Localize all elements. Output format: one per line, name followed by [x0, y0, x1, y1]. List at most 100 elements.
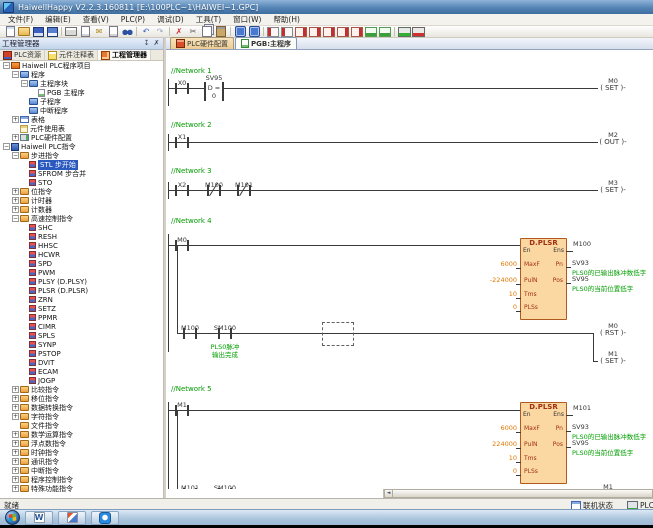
- open-file-icon[interactable]: [18, 26, 31, 37]
- taskbar-app-word[interactable]: W: [25, 511, 53, 525]
- tree-item[interactable]: −Haiwell PLC程序项目: [0, 61, 163, 70]
- tree-item[interactable]: ZRN: [0, 295, 163, 304]
- tree-item[interactable]: PLSY (D.PLSY): [0, 277, 163, 286]
- tree-expander-icon[interactable]: +: [12, 431, 19, 438]
- tree-item[interactable]: JOGP: [0, 376, 163, 385]
- tree-item[interactable]: SETZ: [0, 304, 163, 313]
- tree-item[interactable]: +字符指令: [0, 412, 163, 421]
- tree-expander-icon[interactable]: −: [12, 71, 19, 78]
- menu-item-查[interactable]: 查看(V): [77, 14, 115, 25]
- contact-X2[interactable]: [174, 184, 190, 197]
- plc-upload-icon[interactable]: [412, 26, 425, 37]
- compile-icon[interactable]: [234, 26, 247, 37]
- tree-item[interactable]: −程序: [0, 70, 163, 79]
- tree-item[interactable]: +表格: [0, 115, 163, 124]
- tree-item[interactable]: PPMR: [0, 313, 163, 322]
- delete-icon[interactable]: ✗: [173, 26, 186, 37]
- tree-item[interactable]: +通讯指令: [0, 457, 163, 466]
- tree-item[interactable]: 中断程序: [0, 106, 163, 115]
- cut-icon[interactable]: ✂: [187, 26, 200, 37]
- tree-item[interactable]: +程序控制指令: [0, 475, 163, 484]
- insert-block-icon[interactable]: [309, 26, 322, 37]
- menu-item-编[interactable]: 编辑(E): [39, 14, 77, 25]
- copy-icon[interactable]: [201, 26, 214, 37]
- contact-X1[interactable]: [174, 136, 190, 149]
- print-preview-icon[interactable]: [79, 26, 92, 37]
- plc-download-icon[interactable]: [398, 26, 411, 37]
- tree-expander-icon[interactable]: +: [12, 485, 19, 492]
- save-all-icon[interactable]: [46, 26, 59, 37]
- tree-expander-icon[interactable]: +: [12, 386, 19, 393]
- document-tab-PGB:主程序[interactable]: PGB:主程序: [235, 37, 297, 49]
- scrollbar-thumb[interactable]: [393, 489, 653, 498]
- tree-item[interactable]: PGB 主程序: [0, 88, 163, 97]
- network-comment[interactable]: //Network 2: [171, 121, 212, 129]
- panel-tab-元件注释表[interactable]: 元件注释表: [45, 50, 98, 60]
- tree-expander-icon[interactable]: +: [12, 395, 19, 402]
- tree-item[interactable]: +特殊功能指令: [0, 484, 163, 493]
- taskbar-app-cloud-app[interactable]: [91, 511, 119, 525]
- tree-expander-icon[interactable]: −: [3, 143, 10, 150]
- document-tab-PLC硬件配置[interactable]: PLC硬件配置: [170, 37, 234, 49]
- tree-item[interactable]: SYNP: [0, 340, 163, 349]
- insert-network-icon[interactable]: [365, 26, 378, 37]
- tree-item[interactable]: +移位指令: [0, 394, 163, 403]
- tree-expander-icon[interactable]: +: [12, 458, 19, 465]
- undo-icon[interactable]: ↶: [140, 26, 153, 37]
- coil-M0[interactable]: ( RST )-: [598, 329, 628, 337]
- tree-expander-icon[interactable]: +: [12, 413, 19, 420]
- insert-vline-icon[interactable]: [337, 26, 350, 37]
- contact-SM100[interactable]: [217, 327, 233, 340]
- tree-item[interactable]: CIMR: [0, 322, 163, 331]
- tree-item[interactable]: PSTOP: [0, 349, 163, 358]
- save-icon[interactable]: [32, 26, 45, 37]
- coil-M3[interactable]: ( SET )-: [598, 186, 628, 194]
- tree-item[interactable]: +时钟指令: [0, 448, 163, 457]
- redo-icon[interactable]: ↷: [154, 26, 167, 37]
- export-icon[interactable]: [107, 26, 120, 37]
- tree-item[interactable]: PLSR (D.PLSR): [0, 286, 163, 295]
- insert-contact-nc-icon[interactable]: [281, 26, 294, 37]
- new-file-icon[interactable]: [4, 26, 17, 37]
- selection-cursor[interactable]: [322, 322, 354, 346]
- menu-item-窗[interactable]: 窗口(W): [227, 14, 267, 25]
- tree-item[interactable]: −Haiwell PLC指令: [0, 142, 163, 151]
- function-block-D.PLSR[interactable]: D.PLSREnEnsM100MaxF6000PulN-224000Tms10P…: [520, 238, 567, 320]
- tree-expander-icon[interactable]: +: [12, 197, 19, 204]
- tree-item[interactable]: DVIT: [0, 358, 163, 367]
- tree-item[interactable]: SPLS: [0, 331, 163, 340]
- tree-expander-icon[interactable]: −: [21, 80, 28, 87]
- delete-line-icon[interactable]: [351, 26, 364, 37]
- tree-item[interactable]: +计数器: [0, 205, 163, 214]
- print-icon[interactable]: [65, 26, 78, 37]
- paste-icon[interactable]: [215, 26, 228, 37]
- find-icon[interactable]: [121, 26, 134, 37]
- tree-item[interactable]: +数学运算指令: [0, 430, 163, 439]
- panel-tab-PLC资源[interactable]: PLC资源: [0, 50, 45, 60]
- tree-expander-icon[interactable]: +: [12, 188, 19, 195]
- coil-M1[interactable]: ( SET )-: [598, 357, 628, 365]
- tree-expander-icon[interactable]: +: [12, 206, 19, 213]
- tree-item[interactable]: +浮点数指令: [0, 439, 163, 448]
- coil-M2[interactable]: ( OUT )-: [598, 138, 628, 146]
- tree-item[interactable]: +比较指令: [0, 385, 163, 394]
- tree-item[interactable]: SHC: [0, 223, 163, 232]
- tree-item[interactable]: STO: [0, 178, 163, 187]
- contact-X0[interactable]: [174, 82, 190, 95]
- tree-item[interactable]: SFROM 步合并: [0, 169, 163, 178]
- tree-item[interactable]: HCWR: [0, 250, 163, 259]
- tree-item[interactable]: PWM: [0, 268, 163, 277]
- tree-item[interactable]: 元件使用表: [0, 124, 163, 133]
- tree-expander-icon[interactable]: −: [12, 152, 19, 159]
- menu-item-调[interactable]: 调试(D): [151, 14, 190, 25]
- tree-expander-icon[interactable]: +: [12, 404, 19, 411]
- tree-expander-icon[interactable]: +: [12, 467, 19, 474]
- tree-expander-icon[interactable]: −: [3, 62, 10, 69]
- tree-item[interactable]: 子程序: [0, 97, 163, 106]
- insert-coil-icon[interactable]: [295, 26, 308, 37]
- ladder-editor-canvas[interactable]: //Network 1X0SV95D =0M0( SET )-//Network…: [166, 50, 653, 489]
- contact-M100[interactable]: [182, 327, 198, 340]
- menu-item-P[interactable]: PLC(P): [115, 15, 151, 24]
- tree-expander-icon[interactable]: +: [12, 440, 19, 447]
- tree-expander-icon[interactable]: −: [12, 215, 19, 222]
